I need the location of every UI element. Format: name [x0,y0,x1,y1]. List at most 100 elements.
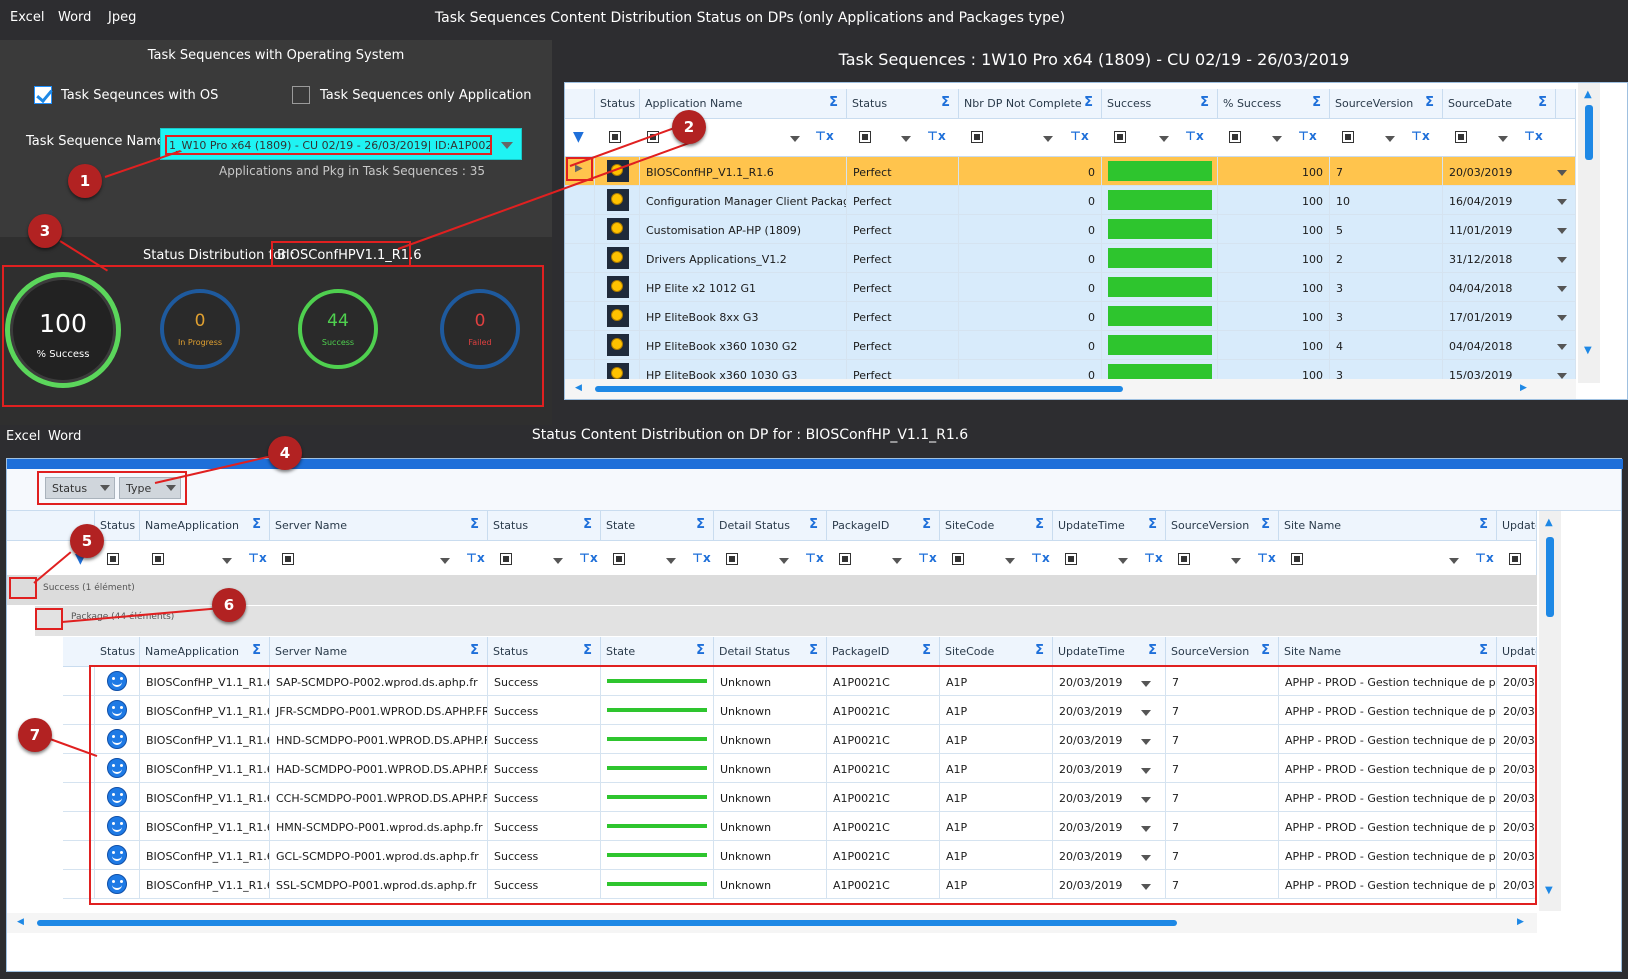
filter-box[interactable] [282,553,294,565]
sigma-icon[interactable]: Σ [1479,643,1488,658]
clear-filter-icon[interactable]: ⊤x [1144,551,1163,565]
sigma-icon[interactable]: Σ [252,517,261,532]
menu-word[interactable]: Word [48,429,81,444]
sigma-icon[interactable]: Σ [1200,95,1209,110]
dp-col-header[interactable]: Server Name Σ [270,511,488,541]
menu-jpeg[interactable]: Jpeg [108,10,136,25]
scroll-thumb[interactable] [1585,105,1593,160]
ts-table-row[interactable]: HP EliteBook x360 1030 G2 Perfect 0 100 4 04/… [565,331,1576,360]
ts-table-row[interactable]: BIOSConfHP_V1.1_R1.6 Perfect 0 100 7 20/03/20… [565,157,1576,186]
filter-box[interactable] [726,553,738,565]
chevron-down-icon[interactable] [1557,170,1567,176]
sigma-icon[interactable]: Σ [1084,95,1093,110]
dp-col-header[interactable]: Status Σ [488,511,601,541]
ts-table-row[interactable]: Customisation AP-HP (1809) Perfect 0 100 5 11… [565,215,1576,244]
clear-filter-icon[interactable]: ⊤x [918,551,937,565]
chevron-down-icon[interactable] [501,142,513,149]
sigma-icon[interactable]: Σ [941,95,950,110]
sigma-icon[interactable]: Σ [252,643,261,658]
col-application-name[interactable]: Application Name Σ [640,89,847,119]
menu-word[interactable]: Word [58,10,91,25]
clear-filter-icon[interactable]: ⊤x [1257,551,1276,565]
filter-box[interactable] [107,553,119,565]
chevron-down-icon[interactable] [1557,344,1567,350]
sigma-icon[interactable]: Σ [809,643,818,658]
dp-col-header[interactable]: Detail Status Σ [714,511,827,541]
ts-table-row[interactable]: Drivers Applications_V1.2 Perfect 0 100 2 31/… [565,244,1576,273]
dp-hscroll[interactable]: ◀ ▶ [7,913,1537,933]
dp-col-header[interactable]: Update [1497,637,1537,667]
sigma-icon[interactable]: Σ [829,95,838,110]
filter-box[interactable] [1455,131,1467,143]
dp-col-header[interactable]: Status Σ [488,637,601,667]
clear-filter-icon[interactable]: ⊤x [1031,551,1050,565]
filter-box[interactable] [859,131,871,143]
chevron-up-icon[interactable]: ▲ [1584,89,1592,100]
clear-filter-icon[interactable]: ⊤x [1070,129,1089,143]
chevron-down-icon[interactable]: ▼ [1545,885,1553,896]
chevron-down-icon[interactable] [1159,136,1169,142]
chevron-down-icon[interactable] [1231,558,1241,564]
dp-vscroll[interactable]: ▲ ▼ [1539,511,1561,911]
ts-table-row[interactable]: HP Elite x2 1012 G1 Perfect 0 100 3 04/04/201… [565,273,1576,302]
ts-table-row[interactable]: Configuration Manager Client Package Perf… [565,186,1576,215]
dp-col-header[interactable]: State Σ [601,511,714,541]
dp-col-header[interactable]: NameApplication Σ [140,637,270,667]
clear-filter-icon[interactable]: ⊤x [466,551,485,565]
chevron-down-icon[interactable] [1498,136,1508,142]
dp-col-header[interactable]: Server Name Σ [270,637,488,667]
dp-col-header[interactable]: Update [1497,511,1537,541]
chevron-down-icon[interactable] [1557,228,1567,234]
sigma-icon[interactable]: Σ [696,517,705,532]
sigma-icon[interactable]: Σ [583,517,592,532]
chevron-down-icon[interactable]: ▼ [1584,345,1592,356]
filter-box[interactable] [152,553,164,565]
clear-filter-icon[interactable]: ⊤x [1298,129,1317,143]
chevron-down-icon[interactable] [790,136,800,142]
chevron-down-icon[interactable] [901,136,911,142]
chevron-down-icon[interactable] [100,485,110,491]
dp-col-header[interactable]: Site Name Σ [1279,637,1497,667]
dp-col-header[interactable]: SourceVersion Σ [1166,511,1279,541]
filter-box[interactable] [1509,553,1521,565]
filter-box[interactable] [1065,553,1077,565]
col-status-icon[interactable]: Status [595,89,640,119]
group-by-type[interactable]: Type [119,477,181,499]
chevron-right-icon[interactable]: ▶ [1517,917,1524,927]
col-more[interactable] [1556,89,1576,119]
filter-box[interactable] [1342,131,1354,143]
clear-filter-icon[interactable]: ⊤x [805,551,824,565]
menu-excel[interactable]: Excel [6,429,40,444]
checkbox-ts-only-app[interactable] [292,86,310,104]
chevron-up-icon[interactable]: ▲ [1545,517,1553,528]
chevron-right-icon[interactable]: ▶ [1520,383,1527,393]
sigma-icon[interactable]: Σ [1261,643,1270,658]
filter-box[interactable] [952,553,964,565]
chevron-down-icon[interactable] [779,558,789,564]
filter-box[interactable] [500,553,512,565]
group-row-package[interactable]: Package (44 éléments) [35,606,1537,636]
dp-col-header[interactable]: NameApplication Σ [140,511,270,541]
clear-filter-icon[interactable]: ⊤x [1475,551,1494,565]
ts-vscroll[interactable]: ▲ ▼ [1578,83,1600,383]
sigma-icon[interactable]: Σ [1035,643,1044,658]
filter-box[interactable] [1178,553,1190,565]
chevron-down-icon[interactable] [1385,136,1395,142]
group-success-expander[interactable] [9,577,37,599]
dp-col-header[interactable]: PackageID Σ [827,511,940,541]
col-success[interactable]: Success Σ [1102,89,1218,119]
sigma-icon[interactable]: Σ [1035,517,1044,532]
chevron-down-icon[interactable] [1043,136,1053,142]
chevron-down-icon[interactable] [1005,558,1015,564]
sigma-icon[interactable]: Σ [583,643,592,658]
clear-filter-icon[interactable]: ⊤x [579,551,598,565]
dp-col-header[interactable]: SourceVersion Σ [1166,637,1279,667]
scroll-thumb[interactable] [37,920,1177,926]
dp-col-header[interactable]: Site Name Σ [1279,511,1497,541]
sigma-icon[interactable]: Σ [1425,95,1434,110]
scroll-thumb[interactable] [1546,537,1554,617]
group-by-status[interactable]: Status [45,477,115,499]
sigma-icon[interactable]: Σ [1538,95,1547,110]
clear-filter-icon[interactable]: ⊤x [1524,129,1543,143]
chevron-down-icon[interactable] [440,558,450,564]
